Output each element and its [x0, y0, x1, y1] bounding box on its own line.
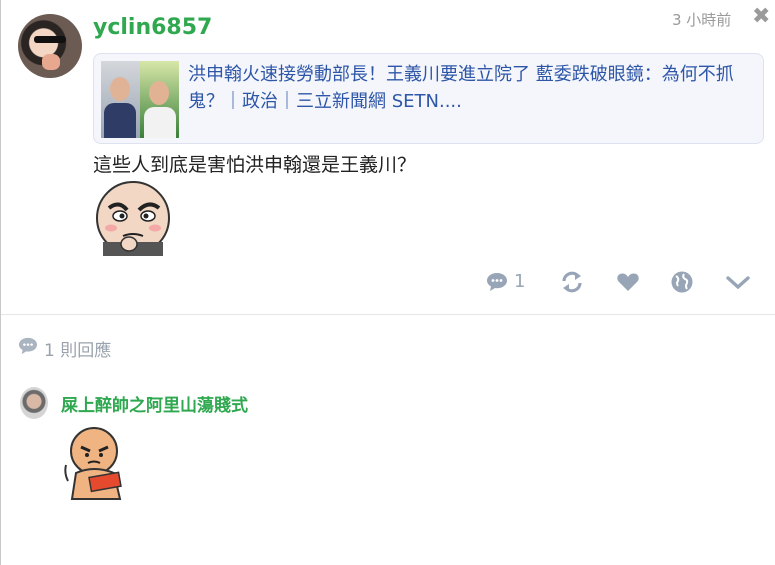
comment-button[interactable]: 1 [486, 268, 526, 296]
reply-author-name[interactable]: 屎上醉帥之阿里山蕩賤式 [61, 391, 248, 416]
like-button[interactable] [616, 268, 642, 296]
replies-count-label: 1 則回應 [44, 341, 112, 361]
close-icon[interactable]: ✖ [752, 4, 770, 29]
comment-icon [487, 273, 507, 291]
chevron-down-icon [726, 276, 750, 290]
repost-button[interactable] [560, 268, 586, 296]
reply-author-avatar[interactable] [20, 387, 48, 419]
post-text: 這些人到底是害怕洪申翰還是王義川？ [93, 154, 417, 176]
heart-icon [617, 273, 639, 291]
post-action-bar: 1 [486, 268, 756, 296]
repost-icon [562, 271, 582, 293]
section-divider [1, 314, 775, 315]
monk-reading-sticker [64, 425, 128, 501]
more-options-button[interactable] [726, 268, 752, 296]
link-title[interactable]: 洪申翰火速接勞動部長！王義川要進立院了 藍委跌破眼鏡：為何不抓鬼？｜政治｜三立新… [188, 61, 758, 115]
link-preview-card[interactable]: 洪申翰火速接勞動部長！王義川要進立院了 藍委跌破眼鏡：為何不抓鬼？｜政治｜三立新… [93, 53, 764, 144]
link-thumbnail [101, 61, 179, 138]
privacy-button[interactable] [670, 268, 696, 296]
post-frame: yclin6857 3 小時前 ✖ 洪申翰火速接勞動部長！王義川要進立院了 藍委… [0, 0, 775, 565]
post-timestamp: 3 小時前 [672, 11, 732, 29]
author-avatar[interactable] [18, 14, 82, 78]
angry-face-sticker [93, 180, 173, 256]
author-name[interactable]: yclin6857 [93, 15, 212, 40]
comment-icon [19, 337, 37, 355]
globe-icon [671, 271, 693, 293]
comment-count: 1 [514, 271, 526, 292]
